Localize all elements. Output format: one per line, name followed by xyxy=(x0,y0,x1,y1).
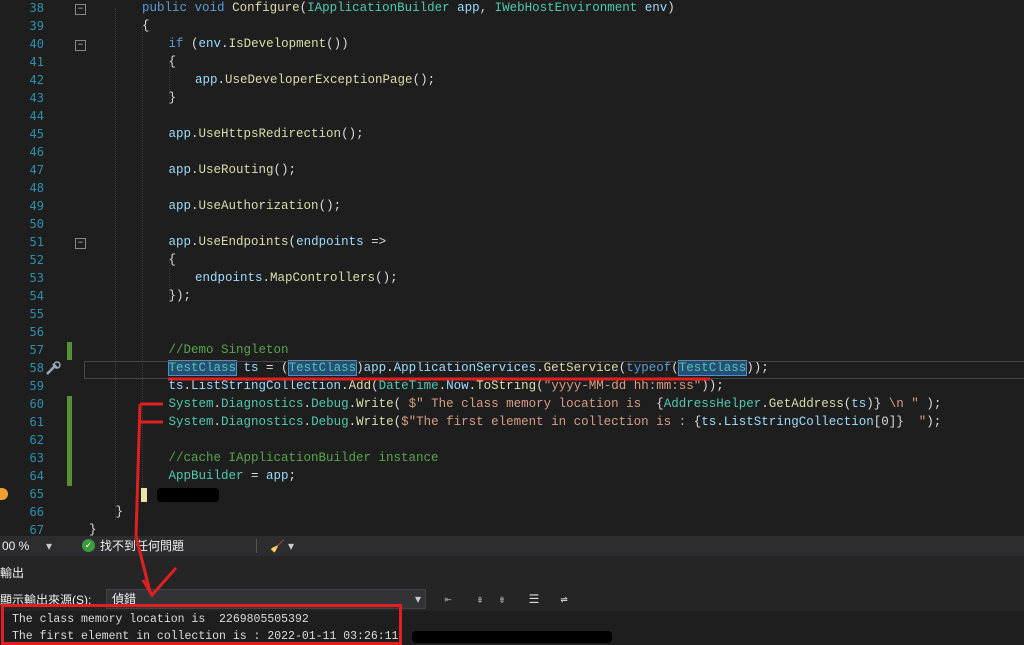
annotation-box xyxy=(1,604,402,645)
word-wrap-icon[interactable]: ⇌ xyxy=(556,591,572,607)
zoom-level[interactable]: 00 % xyxy=(2,536,29,556)
code-editor[interactable]: 38 public void Configure(IApplicationBuil… xyxy=(0,0,1024,536)
output-panel: 輸出 顯示輸出來源(S): 偵錯 ▾ ⇤ ⇞ ⇟ ☰ ⇌ The class m… xyxy=(0,556,1024,645)
chevron-down-icon[interactable]: ▾ xyxy=(415,590,421,608)
issues-status[interactable]: 找不到任何問題 xyxy=(100,536,184,556)
next-message-icon[interactable]: ⇟ xyxy=(494,591,510,607)
redacted-area xyxy=(412,631,612,643)
editor-status-bar: 00 % ▾ ✓ 找不到任何問題 🧹 ▾ xyxy=(0,536,1024,556)
code-cleanup-icon[interactable]: 🧹 xyxy=(270,536,285,556)
check-circle-icon: ✓ xyxy=(82,539,95,552)
find-message-icon[interactable]: ⇤ xyxy=(440,591,456,607)
separator xyxy=(256,539,257,553)
zoom-dropdown-icon[interactable]: ▾ xyxy=(46,536,52,556)
prev-message-icon[interactable]: ⇞ xyxy=(472,591,488,607)
clear-all-icon[interactable]: ☰ xyxy=(526,591,542,607)
annotation-overlay xyxy=(134,377,710,536)
output-title: 輸出 xyxy=(0,566,25,580)
code-cleanup-dropdown-icon[interactable]: ▾ xyxy=(288,536,294,556)
